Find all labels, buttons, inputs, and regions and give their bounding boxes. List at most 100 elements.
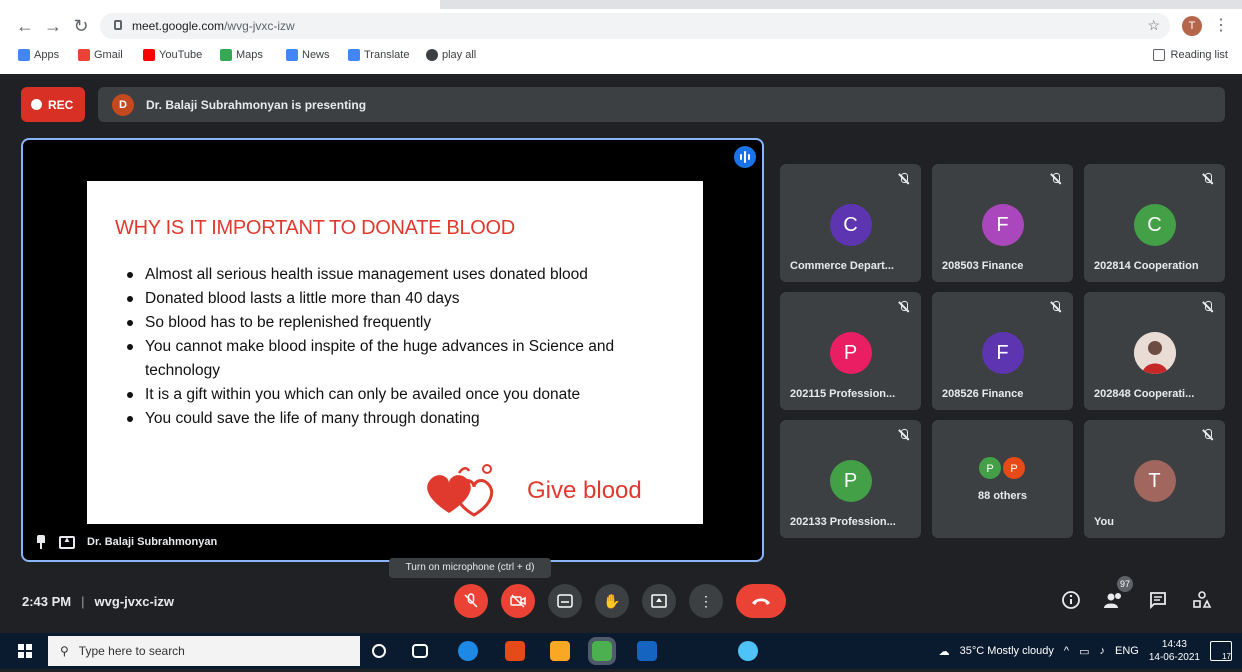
search-placeholder: Type here to search [78, 644, 185, 658]
bookmark-star-icon[interactable]: ☆ [1147, 17, 1160, 34]
edge-icon[interactable] [458, 641, 478, 661]
hand-icon: ✋ [603, 592, 621, 609]
reload-icon[interactable]: ↻ [70, 15, 92, 37]
present-now-button[interactable] [642, 584, 676, 618]
microphone-toggle-button[interactable] [454, 584, 488, 618]
windows-start-icon[interactable] [18, 644, 32, 658]
participant-tile[interactable]: P 202133 Profession... [780, 420, 921, 538]
bookmark-label: Apps [34, 49, 60, 61]
activities-button[interactable] [1191, 590, 1213, 612]
participant-tile[interactable]: C 202814 Cooperation [1084, 164, 1225, 282]
raise-hand-button[interactable]: ✋ [595, 584, 629, 618]
activities-icon [1193, 591, 1212, 608]
chrome-taskbar-icon[interactable] [588, 637, 616, 665]
help-icon[interactable] [738, 641, 758, 661]
rec-label: REC [48, 97, 74, 112]
others-tile[interactable]: P P 88 others [932, 420, 1073, 538]
volume-icon[interactable]: ♪ [1100, 645, 1106, 657]
pin-icon[interactable] [35, 535, 47, 549]
participant-avatar: P [829, 460, 872, 502]
bookmark-gmail[interactable]: Gmail [78, 49, 123, 61]
bookmark-news[interactable]: News [286, 49, 330, 61]
word-icon[interactable] [637, 641, 657, 661]
participant-name: 202133 Profession... [790, 516, 896, 528]
record-dot-icon [31, 99, 42, 110]
slide-bullet: Donated blood lasts a little more than 4… [123, 287, 683, 311]
captions-button[interactable] [548, 584, 582, 618]
participant-tile[interactable]: 202848 Cooperati... [1084, 292, 1225, 410]
lock-icon[interactable] [114, 20, 122, 30]
self-tile[interactable]: T You [1084, 420, 1225, 538]
back-icon[interactable]: ← [14, 15, 36, 37]
tray-chevron-icon[interactable]: ^ [1064, 645, 1069, 657]
bookmark-play-all[interactable]: play all [426, 49, 476, 61]
weather-text[interactable]: 35°C Mostly cloudy [960, 645, 1054, 657]
slide-bullet: So blood has to be replenished frequentl… [123, 311, 683, 335]
people-button[interactable] [1103, 590, 1125, 612]
participant-tile[interactable]: F 208503 Finance [932, 164, 1073, 282]
globe-icon [426, 49, 438, 61]
recording-badge[interactable]: REC [21, 87, 85, 122]
mic-off-icon [1049, 172, 1063, 186]
browser-chrome: ← → ↻ meet.google.com/wvg-jvxc-izw ☆ T ⋮… [0, 0, 1242, 74]
people-icon [1104, 593, 1121, 608]
url-host: meet.google.com [132, 19, 225, 33]
search-icon: ⚲ [60, 644, 69, 658]
mic-off-icon [1201, 428, 1215, 442]
bookmark-youtube[interactable]: YouTube [143, 49, 202, 61]
self-name: You [1094, 516, 1114, 528]
news-icon [286, 49, 298, 61]
clock[interactable]: 14:43 14-06-2021 [1149, 638, 1200, 664]
meeting-info: 2:43 PM | wvg-jvxc-izw [22, 594, 174, 609]
active-tab[interactable] [0, 0, 440, 9]
leave-call-button[interactable] [736, 584, 786, 618]
mic-tooltip: Turn on microphone (ctrl + d) [389, 558, 551, 578]
participant-name: 202848 Cooperati... [1094, 388, 1195, 400]
gmail-icon [78, 49, 90, 61]
youtube-icon [143, 49, 155, 61]
participant-avatar: F [981, 332, 1024, 374]
speaking-indicator-icon [734, 146, 756, 168]
bookmark-label: Gmail [94, 49, 123, 61]
mic-off-icon [897, 172, 911, 186]
task-view-icon[interactable] [412, 644, 428, 658]
address-bar[interactable]: meet.google.com/wvg-jvxc-izw ☆ [100, 13, 1170, 39]
file-explorer-icon[interactable] [550, 641, 570, 661]
chat-button[interactable] [1147, 590, 1169, 612]
url-text[interactable]: meet.google.com/wvg-jvxc-izw [132, 19, 295, 33]
notification-icon[interactable]: 17 [1210, 641, 1232, 661]
camera-toggle-button[interactable] [501, 584, 535, 618]
language-indicator[interactable]: ENG [1115, 645, 1139, 657]
bookmark-apps[interactable]: Apps [18, 49, 59, 61]
more-options-button[interactable]: ⋮ [689, 584, 723, 618]
participant-tile[interactable]: F 208526 Finance [932, 292, 1073, 410]
give-blood-logo: Give blood [419, 461, 699, 521]
mic-off-icon [1201, 300, 1215, 314]
taskbar-search[interactable]: ⚲ Type here to search [48, 636, 360, 666]
participant-name: 208526 Finance [942, 388, 1024, 400]
presenter-avatar: D [112, 93, 134, 116]
network-icon[interactable]: ▭ [1079, 645, 1089, 658]
slide-bullets: Almost all serious health issue manageme… [123, 263, 683, 431]
profile-avatar[interactable]: T [1182, 16, 1202, 36]
participant-count-badge: 97 [1117, 576, 1133, 592]
participant-tile[interactable]: C Commerce Depart... [780, 164, 921, 282]
cortana-icon[interactable] [372, 644, 386, 658]
weather-icon[interactable]: ☁ [939, 645, 950, 658]
slide: WHY IS IT IMPORTANT TO DONATE BLOOD Almo… [87, 181, 703, 524]
slide-bullet: Almost all serious health issue manageme… [123, 263, 683, 287]
bookmarks-bar: Apps Gmail YouTube Maps News Translate p… [0, 43, 1242, 69]
present-screen-icon [59, 535, 75, 549]
presentation-tile[interactable]: WHY IS IT IMPORTANT TO DONATE BLOOD Almo… [21, 138, 764, 562]
bookmark-maps[interactable]: Maps [220, 49, 263, 61]
participant-name: 202814 Cooperation [1094, 260, 1199, 272]
reading-list-button[interactable]: Reading list [1152, 49, 1228, 61]
participant-tile[interactable]: P 202115 Profession... [780, 292, 921, 410]
office-icon[interactable] [505, 641, 525, 661]
bookmark-translate[interactable]: Translate [348, 49, 409, 61]
mic-off-icon [897, 428, 911, 442]
participant-avatar: C [1133, 204, 1176, 246]
browser-menu-icon[interactable]: ⋮ [1213, 15, 1229, 35]
forward-icon[interactable]: → [42, 15, 64, 37]
meeting-details-button[interactable] [1060, 590, 1082, 612]
